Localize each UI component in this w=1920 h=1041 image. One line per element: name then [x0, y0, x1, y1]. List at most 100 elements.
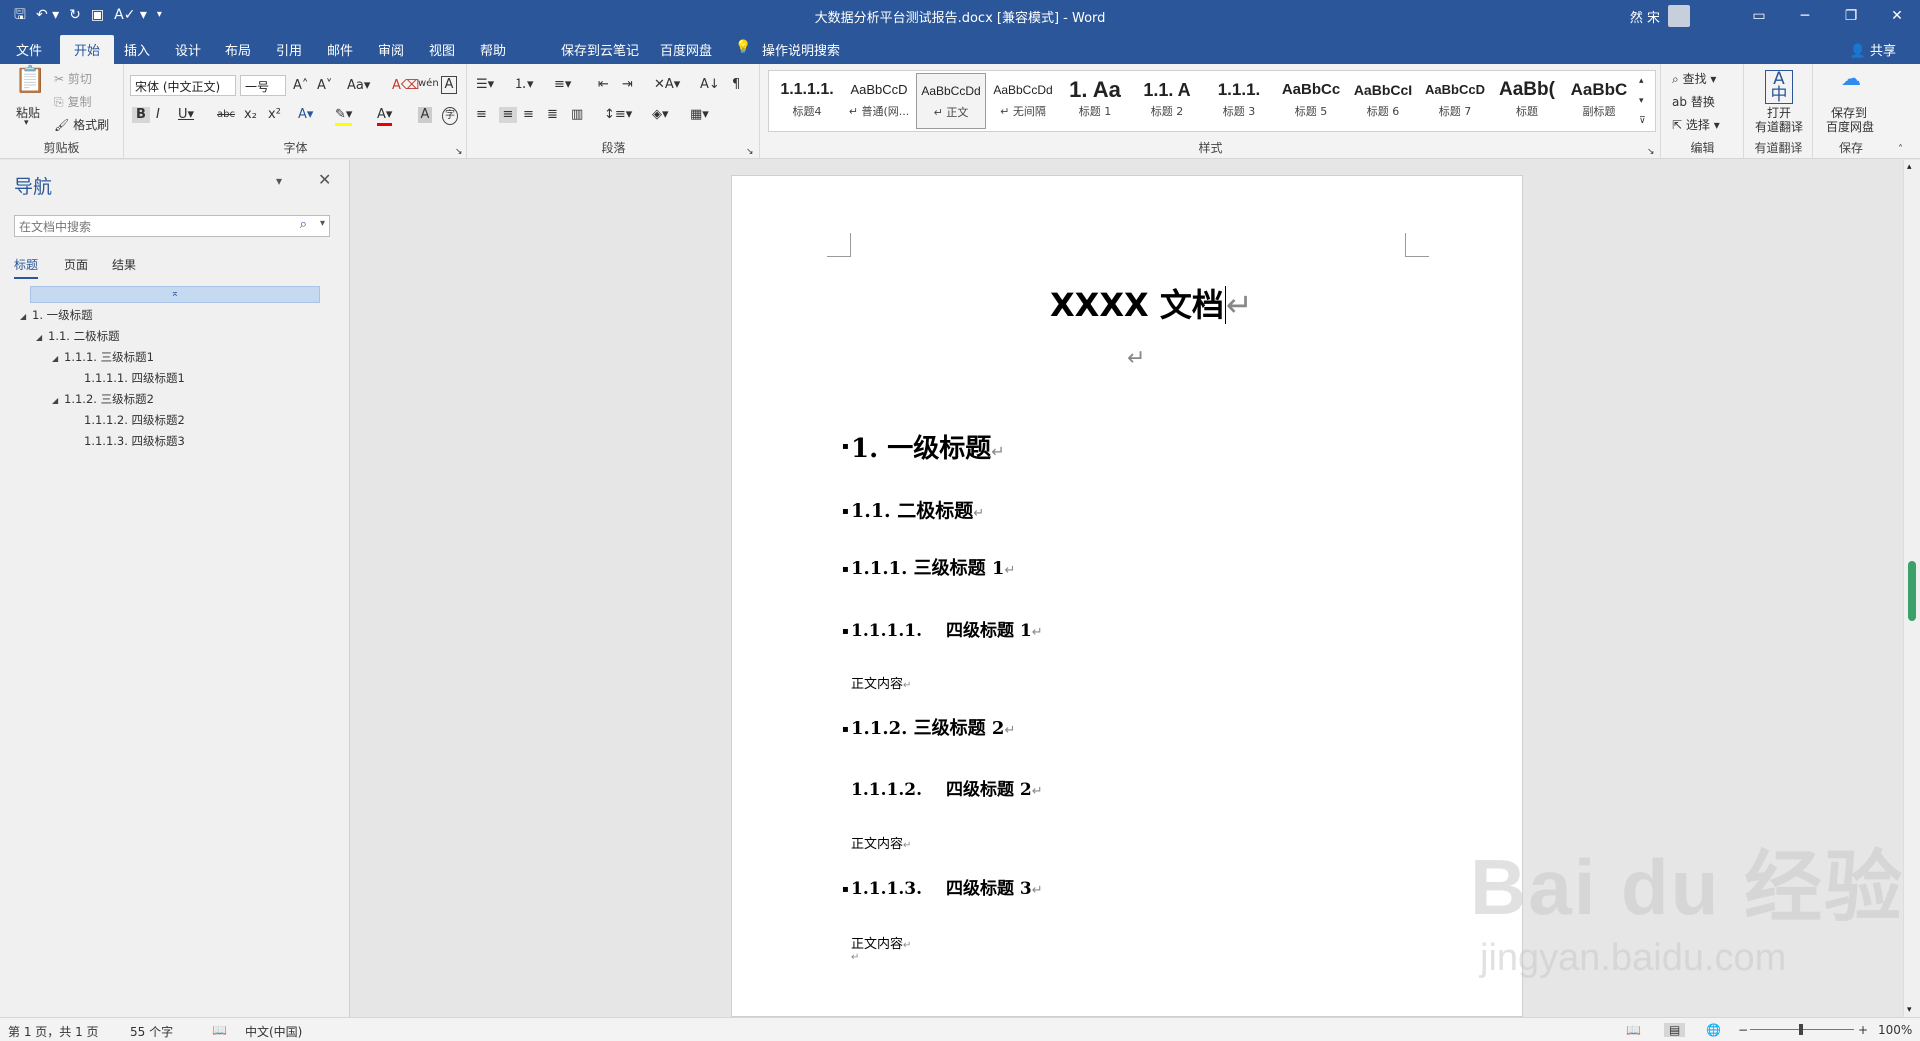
style-subtitle[interactable]: AaBbC 副标题: [1564, 73, 1634, 129]
tell-me-search[interactable]: 操作说明搜索: [762, 40, 840, 59]
scroll-up-icon[interactable]: ▴: [1907, 162, 1912, 172]
shading-icon[interactable]: ◈▾: [652, 107, 669, 123]
expand-triangle-icon[interactable]: ◢: [52, 396, 64, 405]
tab-cloud-note[interactable]: 保存到云笔记: [561, 40, 639, 59]
empty-paragraph[interactable]: ↵: [851, 952, 859, 963]
gallery-up-icon[interactable]: ▴: [1639, 73, 1644, 89]
heading-4[interactable]: 1.1.1.1. 四级标题 1↵: [851, 616, 1043, 641]
style-heading3[interactable]: 1.1.1. 标题 3: [1204, 73, 1274, 129]
tab-insert[interactable]: 插入: [124, 40, 150, 59]
nav-heading-item[interactable]: 1.1.1.3. 四级标题3: [84, 433, 185, 449]
body-paragraph[interactable]: 正文内容↵: [851, 673, 911, 692]
close-icon[interactable]: ✕: [318, 170, 331, 189]
font-size-combo[interactable]: 一号: [240, 75, 286, 96]
page-count[interactable]: 第 1 页，共 1 页: [8, 1023, 99, 1040]
style-normal-web[interactable]: AaBbCcD ↵ 普通(网...: [844, 73, 914, 129]
find-button[interactable]: ⌕ 查找 ▾: [1672, 70, 1716, 87]
align-center-icon[interactable]: ≡: [499, 107, 517, 123]
language-status[interactable]: 中文(中国): [245, 1023, 302, 1040]
tab-file[interactable]: 文件: [16, 40, 42, 59]
search-icon[interactable]: ⌕: [300, 217, 307, 232]
translate-icon[interactable]: A中: [1765, 70, 1793, 104]
proofing-icon[interactable]: 📖: [212, 1023, 227, 1037]
chinese-layout-icon[interactable]: ✕A▾: [654, 77, 680, 93]
style-body[interactable]: AaBbCcDd ↵ 正文: [916, 73, 986, 129]
char-shading-icon[interactable]: A: [418, 107, 432, 123]
bold-icon[interactable]: B: [132, 107, 150, 123]
tab-layout[interactable]: 布局: [225, 40, 251, 59]
expand-triangle-icon[interactable]: ◢: [36, 333, 48, 342]
style-no-spacing[interactable]: AaBbCcDd ↵ 无间隔: [988, 73, 1058, 129]
paragraph-launcher-icon[interactable]: ↘: [746, 144, 754, 160]
style-heading2[interactable]: 1.1. A 标题 2: [1132, 73, 1202, 129]
restore-icon[interactable]: ❐: [1828, 0, 1874, 32]
tab-mailings[interactable]: 邮件: [327, 40, 353, 59]
style-heading6[interactable]: AaBbCcI 标题 6: [1348, 73, 1418, 129]
minimize-icon[interactable]: ─: [1782, 0, 1828, 32]
tab-results[interactable]: 结果: [112, 256, 136, 273]
account-area[interactable]: 然 宋: [1630, 5, 1690, 27]
zoom-level[interactable]: 100%: [1878, 1023, 1912, 1037]
bullets-icon[interactable]: ☰▾: [476, 77, 494, 93]
read-mode-icon[interactable]: 📖: [1626, 1023, 1641, 1037]
scroll-down-icon[interactable]: ▾: [1907, 1005, 1912, 1015]
baidu-cloud-icon[interactable]: ☁: [1836, 68, 1866, 88]
tab-design[interactable]: 设计: [175, 40, 201, 59]
body-paragraph[interactable]: 正文内容↵: [851, 833, 911, 852]
enclose-char-icon[interactable]: 字: [442, 107, 458, 125]
increase-indent-icon[interactable]: ⇥: [622, 77, 633, 93]
collapse-ribbon-icon[interactable]: ˄: [1898, 142, 1903, 158]
char-border-icon[interactable]: A: [441, 76, 457, 94]
nav-options-icon[interactable]: ▾: [276, 174, 282, 188]
clear-format-icon[interactable]: A⌫: [392, 78, 419, 94]
font-name-combo[interactable]: 宋体 (中文正文): [130, 75, 236, 96]
nav-heading-item[interactable]: 1.1.1.1. 四级标题1: [84, 370, 185, 386]
sort-icon[interactable]: A↓: [700, 77, 720, 93]
tab-references[interactable]: 引用: [276, 40, 302, 59]
expand-triangle-icon[interactable]: ◢: [20, 312, 32, 321]
italic-icon[interactable]: I: [156, 107, 160, 123]
style-heading5[interactable]: AaBbCc 标题 5: [1276, 73, 1346, 129]
heading-2[interactable]: 1.1. 二极标题↵: [851, 496, 984, 523]
tab-home[interactable]: 开始: [60, 35, 115, 67]
style-heading4[interactable]: 1.1.1.1. 标题4: [772, 73, 842, 129]
subscript-icon[interactable]: x₂: [244, 107, 257, 123]
style-heading1[interactable]: 1. Aa 标题 1: [1060, 73, 1130, 129]
align-left-icon[interactable]: ≡: [476, 107, 487, 123]
nav-search-input[interactable]: 在文档中搜索 ⌕ ▾: [14, 215, 330, 237]
copy-button[interactable]: ⎘ 复制: [54, 93, 91, 110]
cut-button[interactable]: ✂ 剪切: [54, 70, 92, 87]
tab-review[interactable]: 审阅: [378, 40, 404, 59]
phonetic-guide-icon[interactable]: wén: [418, 76, 439, 92]
document-title[interactable]: XXXX 文档​↵: [1050, 280, 1253, 326]
tab-pages[interactable]: 页面: [64, 256, 88, 273]
gallery-down-icon[interactable]: ▾: [1639, 93, 1644, 109]
style-title[interactable]: AaBb(标题: [1492, 73, 1562, 129]
zoom-in-icon[interactable]: +: [1858, 1023, 1868, 1037]
ribbon-display-icon[interactable]: ▭: [1736, 0, 1782, 32]
scrollbar-thumb[interactable]: [1908, 561, 1916, 621]
heading-3[interactable]: 1.1.1. 三级标题 1↵: [851, 554, 1015, 580]
tab-headings[interactable]: 标题: [14, 256, 39, 279]
replace-button[interactable]: ab 替换: [1672, 93, 1715, 110]
empty-paragraph[interactable]: ↵: [1127, 346, 1145, 371]
tab-baidu-disk[interactable]: 百度网盘: [660, 40, 712, 59]
font-launcher-icon[interactable]: ↘: [455, 144, 463, 160]
avatar[interactable]: [1668, 5, 1690, 27]
multilevel-list-icon[interactable]: ≡▾: [554, 77, 571, 93]
word-count[interactable]: 55 个字: [130, 1023, 173, 1040]
align-right-icon[interactable]: ≡: [523, 107, 534, 123]
print-layout-icon[interactable]: ▤: [1664, 1023, 1686, 1037]
numbering-icon[interactable]: ⒈▾: [514, 77, 534, 93]
tab-view[interactable]: 视图: [429, 40, 455, 59]
nav-heading-item[interactable]: ◢ 1. 一级标题: [20, 307, 93, 323]
collapse-all-icon[interactable]: ⌅: [30, 286, 320, 303]
underline-icon[interactable]: U▾: [178, 107, 194, 123]
nav-heading-item[interactable]: ◢ 1.1. 二极标题: [36, 328, 120, 344]
show-marks-icon[interactable]: ¶: [732, 77, 740, 93]
expand-triangle-icon[interactable]: ◢: [52, 354, 64, 363]
nav-heading-item[interactable]: ◢ 1.1.1. 三级标题1: [52, 349, 154, 365]
nav-heading-item[interactable]: ◢ 1.1.2. 三级标题2: [52, 391, 154, 407]
highlight-icon[interactable]: ✎▾: [335, 107, 353, 126]
close-icon[interactable]: ✕: [1874, 0, 1920, 32]
